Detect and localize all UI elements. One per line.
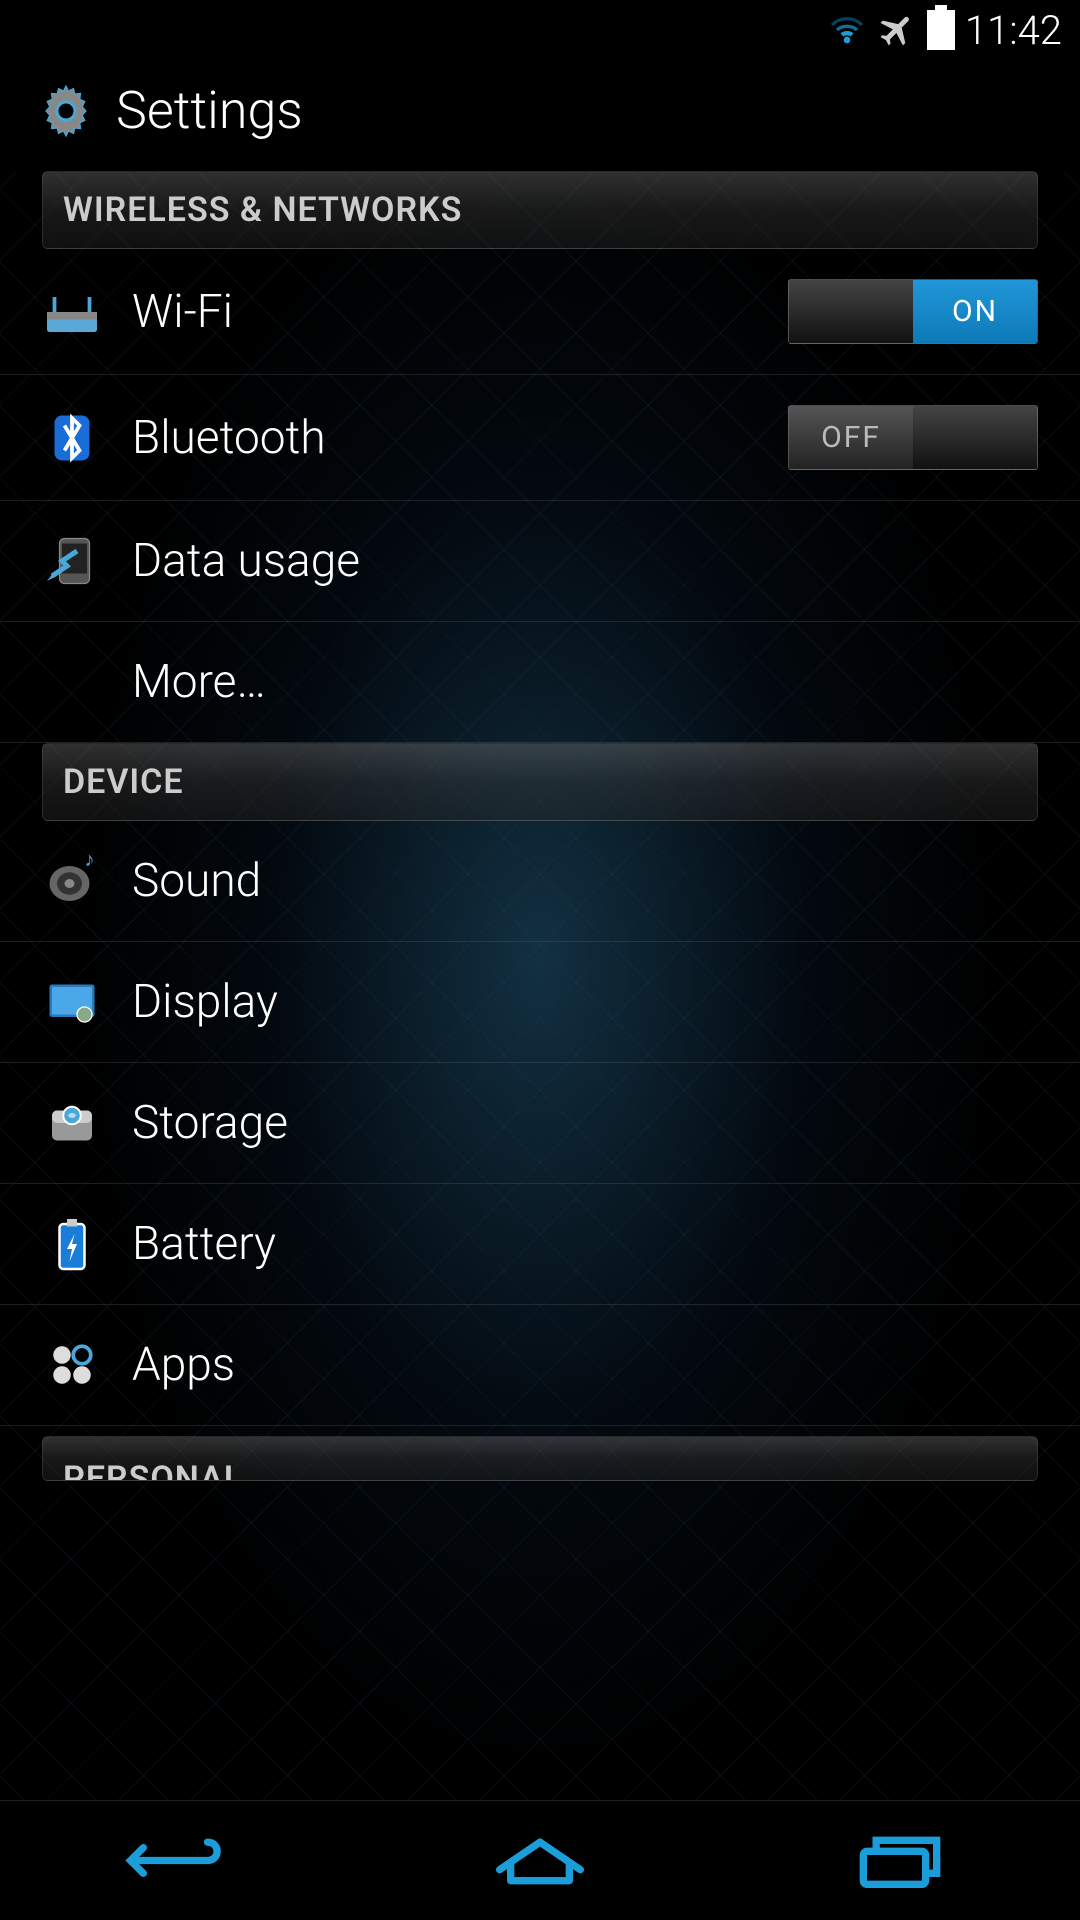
battery-item-icon	[42, 1214, 102, 1274]
settings-item-data-usage[interactable]: Data usage	[0, 501, 1080, 622]
section-header-device: DEVICE	[42, 743, 1038, 821]
section-header-wireless: WIRELESS & NETWORKS	[42, 171, 1038, 249]
settings-gear-icon	[36, 81, 96, 141]
wifi-toggle[interactable]: ON	[788, 279, 1038, 344]
bluetooth-label: Bluetooth	[132, 411, 788, 465]
display-label: Display	[132, 975, 1038, 1029]
settings-item-sound[interactable]: ♪ Sound	[0, 821, 1080, 942]
back-button[interactable]	[115, 1826, 245, 1896]
display-icon	[42, 972, 102, 1032]
data-usage-icon	[42, 531, 102, 591]
bluetooth-toggle[interactable]: OFF	[788, 405, 1038, 470]
settings-item-battery[interactable]: Battery	[0, 1184, 1080, 1305]
page-title: Settings	[116, 80, 303, 141]
bluetooth-icon	[42, 408, 102, 468]
home-button[interactable]	[475, 1826, 605, 1896]
settings-item-display[interactable]: Display	[0, 942, 1080, 1063]
storage-label: Storage	[132, 1096, 1038, 1150]
section-header-personal: PERSONAL	[42, 1436, 1038, 1481]
settings-scroll[interactable]: WIRELESS & NETWORKS Wi-Fi ON	[0, 171, 1080, 1800]
router-icon	[42, 282, 102, 342]
settings-item-apps[interactable]: Apps	[0, 1305, 1080, 1426]
wifi-label: Wi-Fi	[132, 285, 788, 339]
settings-item-bluetooth[interactable]: Bluetooth OFF	[0, 375, 1080, 501]
wifi-icon	[827, 10, 867, 50]
data-usage-label: Data usage	[132, 534, 1038, 588]
airplane-icon	[877, 10, 917, 50]
battery-label: Battery	[132, 1217, 1038, 1271]
nav-bar	[0, 1800, 1080, 1920]
settings-item-storage[interactable]: Storage	[0, 1063, 1080, 1184]
battery-icon	[927, 10, 955, 50]
settings-item-more[interactable]: More…	[0, 622, 1080, 743]
settings-item-wifi[interactable]: Wi-Fi ON	[0, 249, 1080, 375]
recent-apps-button[interactable]	[835, 1826, 965, 1896]
more-label: More…	[132, 655, 1038, 709]
sound-label: Sound	[132, 854, 1038, 908]
apps-icon	[42, 1335, 102, 1395]
svg-text:♪: ♪	[85, 851, 95, 871]
storage-icon	[42, 1093, 102, 1153]
apps-label: Apps	[132, 1338, 1038, 1392]
sound-icon: ♪	[42, 851, 102, 911]
status-bar: 11:42	[0, 0, 1080, 60]
status-time: 11:42	[965, 7, 1062, 54]
app-header: Settings	[0, 60, 1080, 171]
